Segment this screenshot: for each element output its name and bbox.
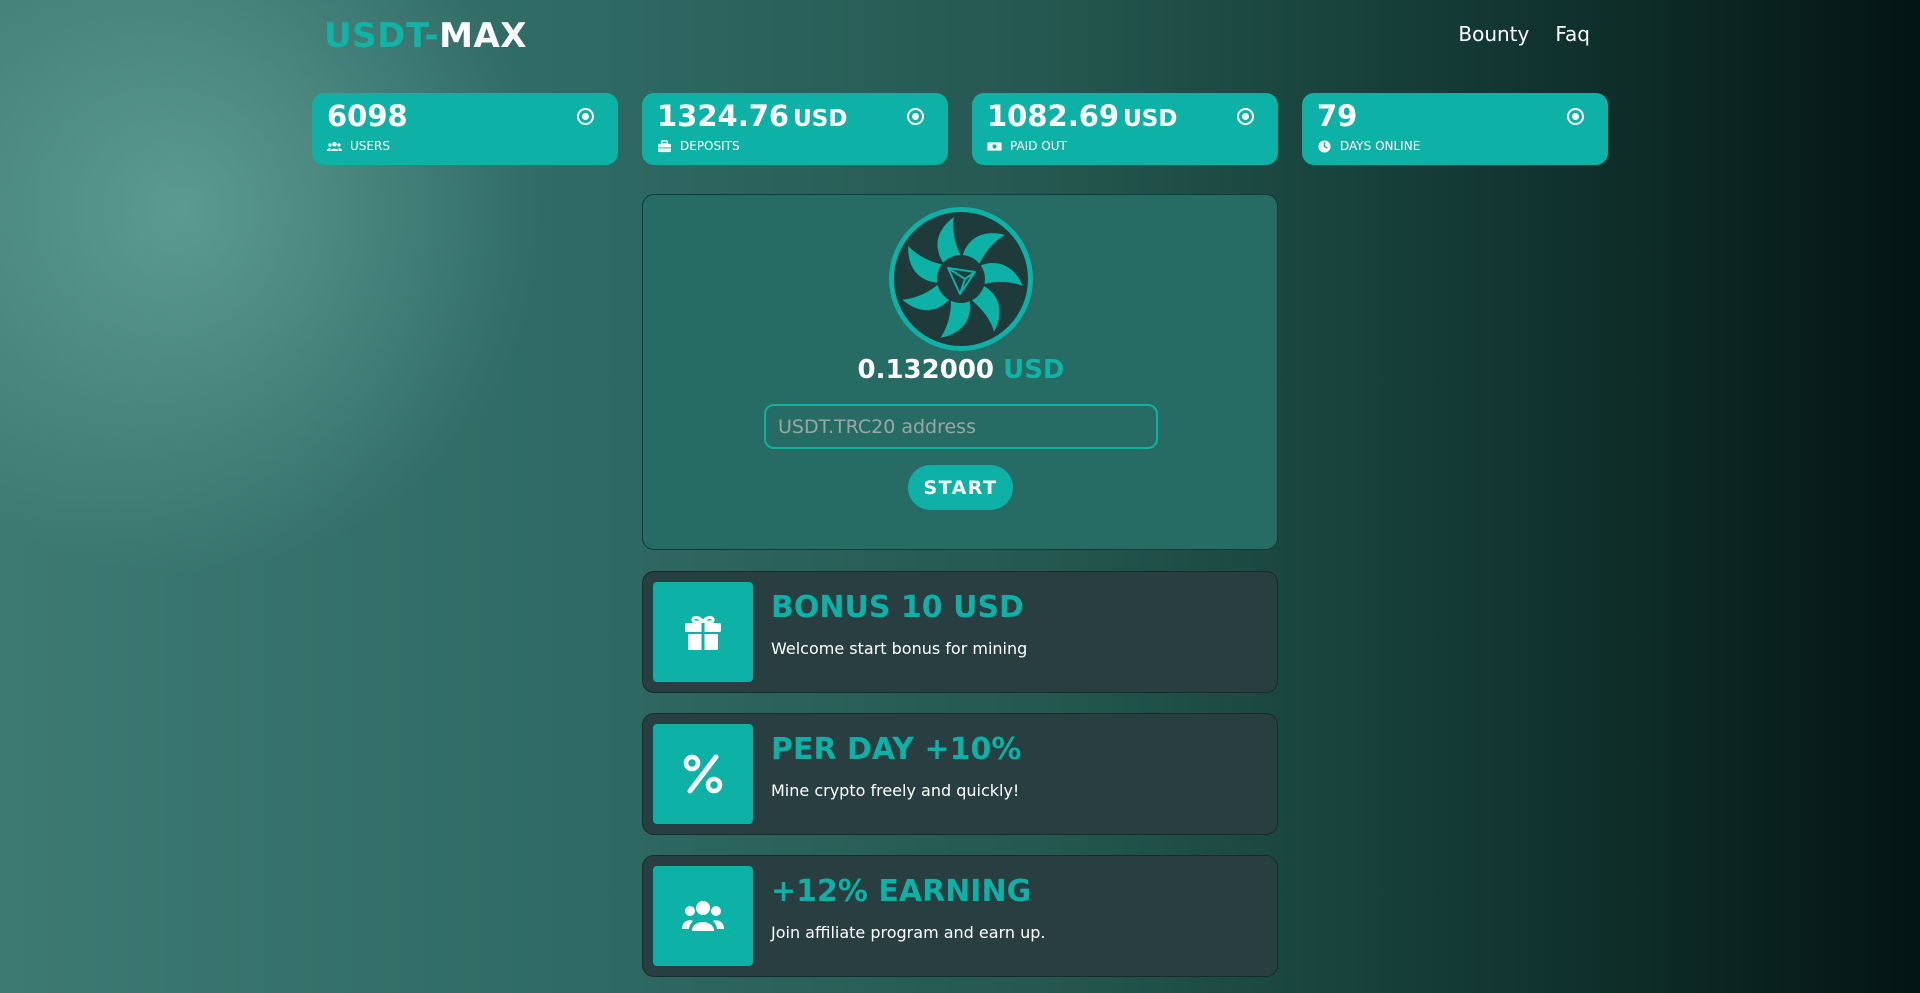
feature-description: Mine crypto freely and quickly! [771, 781, 1020, 800]
stat-value: 6098 [327, 99, 408, 133]
stat-label: PAID OUT [987, 139, 1067, 153]
feature-card-per-day: PER DAY +10% Mine crypto freely and quic… [642, 713, 1278, 835]
top-nav: Bounty Faq [1458, 22, 1590, 46]
balance-value: 0.132000 [857, 355, 995, 385]
gift-icon [685, 615, 721, 650]
feature-title: PER DAY +10% [771, 732, 1022, 767]
radio-ring-icon [577, 108, 594, 125]
stat-label: USERS [327, 139, 390, 153]
page-container: USDT-MAX Bounty Faq 6098 USERS 1324.76 US… [312, 0, 1608, 993]
stat-value: 79 [1317, 99, 1358, 133]
header: USDT-MAX Bounty Faq [312, 0, 1608, 72]
feature-title: +12% EARNING [771, 874, 1032, 909]
feature-description: Welcome start bonus for mining [771, 639, 1028, 658]
users-icon [327, 141, 342, 151]
stat-card-users: 6098 USERS [312, 93, 618, 165]
logo-part-max: MAX [439, 16, 527, 56]
stat-card-deposits: 1324.76 USD DEPOSITS [642, 93, 948, 165]
logo[interactable]: USDT-MAX [324, 16, 527, 56]
stat-value: 1324.76 USD [657, 99, 848, 133]
feature-icon-box [653, 582, 753, 682]
percent-icon [683, 754, 723, 794]
feature-card-bonus: BONUS 10 USD Welcome start bonus for min… [642, 571, 1278, 693]
clock-icon [1318, 139, 1331, 153]
feature-icon-box [653, 866, 753, 966]
nav-link-bounty[interactable]: Bounty [1458, 22, 1529, 46]
stat-label: DAYS ONLINE [1317, 139, 1420, 153]
feature-card-earning: +12% EARNING Join affiliate program and … [642, 855, 1278, 977]
radio-ring-icon [1567, 108, 1584, 125]
stat-card-days-online: 79 DAYS ONLINE [1302, 93, 1608, 165]
feature-icon-box [653, 724, 753, 824]
nav-link-faq[interactable]: Faq [1555, 22, 1590, 46]
stats-row: 6098 USERS 1324.76 USD DEPOSITS 1082.69 US… [312, 93, 1608, 165]
briefcase-icon [658, 139, 671, 152]
feature-title: BONUS 10 USD [771, 590, 1024, 625]
stat-label: DEPOSITS [657, 139, 740, 153]
radio-ring-icon [1237, 108, 1254, 125]
stat-value: 1082.69 USD [987, 99, 1178, 133]
balance-unit: USD [1003, 355, 1065, 385]
mining-fan-icon [889, 207, 1033, 351]
mining-panel: 0.132000 USD START [642, 194, 1278, 550]
users-icon [682, 901, 724, 931]
usdt-address-input[interactable] [764, 404, 1158, 449]
mining-balance: 0.132000 USD [643, 355, 1279, 385]
start-button[interactable]: START [908, 465, 1013, 510]
logo-part-usdt: USDT- [324, 16, 440, 56]
radio-ring-icon [907, 108, 924, 125]
feature-description: Join affiliate program and earn up. [771, 923, 1046, 942]
stat-card-paid-out: 1082.69 USD PAID OUT [972, 93, 1278, 165]
money-icon [987, 141, 1002, 151]
